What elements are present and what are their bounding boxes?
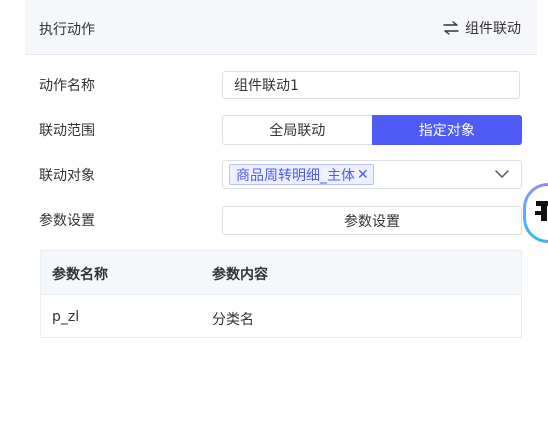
tag-close-icon[interactable]: ✕ (357, 168, 369, 182)
link-target-label: 联动对象 (39, 168, 95, 184)
param-settings-button[interactable]: 参数设置 (222, 206, 522, 235)
column-header-param-name: 参数名称 (52, 267, 108, 283)
action-name-input[interactable] (223, 72, 519, 98)
param-table-header: 参数名称 参数内容 (41, 251, 521, 295)
link-mode-label: 组件联动 (465, 21, 521, 37)
action-name-field[interactable] (222, 71, 520, 99)
param-content-cell: 分类名 (212, 312, 254, 328)
column-header-param-content: 参数内容 (212, 267, 268, 283)
link-scope-toggle: 全局联动 指定对象 (222, 115, 522, 145)
action-panel: 执行动作 组件联动 动作名称 联动范围 全局联动 指定对象 联动对象 商品周转明… (25, 0, 537, 429)
scope-option-specified[interactable]: 指定对象 (371, 115, 522, 145)
link-mode-switch[interactable]: 组件联动 (443, 18, 521, 38)
param-settings-label: 参数设置 (39, 213, 95, 229)
scope-option-global[interactable]: 全局联动 (222, 115, 372, 145)
link-target-select[interactable]: 商品周转明细_主体 ✕ (222, 160, 522, 189)
swap-arrows-icon (443, 21, 459, 35)
panel-title: 执行动作 (39, 22, 95, 38)
target-tag-label: 商品周转明细_主体 (236, 167, 355, 184)
link-scope-label: 联动范围 (39, 123, 95, 139)
panel-header: 执行动作 组件联动 (25, 0, 537, 55)
assistant-logo-icon (535, 201, 548, 221)
param-table: 参数名称 参数内容 p_zl 分类名 (40, 250, 522, 338)
chevron-down-icon[interactable] (495, 169, 509, 179)
param-name-cell: p_zl (52, 309, 80, 325)
action-name-label: 动作名称 (39, 78, 95, 94)
target-tag: 商品周转明细_主体 ✕ (229, 164, 374, 185)
